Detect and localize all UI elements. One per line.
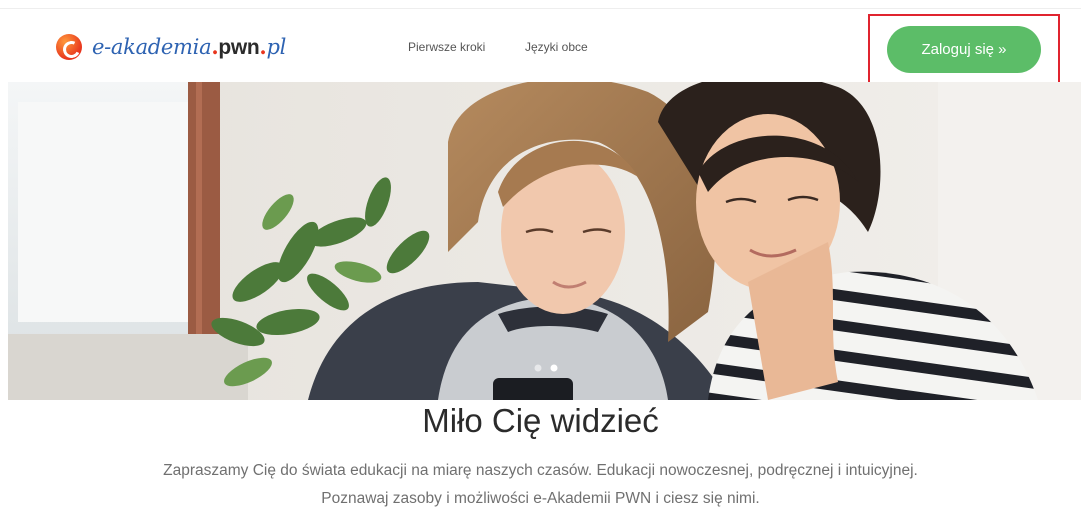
logo-prefix: e-akademia bbox=[92, 35, 212, 59]
site-logo[interactable]: e-akademia.pwn.pl bbox=[56, 32, 286, 62]
login-button[interactable]: Zaloguj się » bbox=[887, 26, 1041, 73]
carousel-dot-icon[interactable] bbox=[550, 364, 558, 372]
intro-text-line: Zapraszamy Cię do świata edukacji na mia… bbox=[163, 462, 918, 479]
hero-image bbox=[8, 82, 1081, 400]
logo-suffix: pl bbox=[266, 35, 286, 59]
intro-text: Zapraszamy Cię do świata edukacji na mia… bbox=[0, 457, 1081, 510]
hero-carousel[interactable] bbox=[8, 82, 1081, 400]
logo-text: e-akademia.pwn.pl bbox=[92, 34, 286, 60]
intro-text-line: Poznawaj zasoby i możliwości e-Akademii … bbox=[321, 490, 760, 507]
nav-link-foreign-languages[interactable]: Języki obce bbox=[525, 40, 588, 54]
carousel-dot-icon[interactable] bbox=[534, 364, 542, 372]
nav-link-first-steps[interactable]: Pierwsze kroki bbox=[408, 40, 485, 54]
e-logo-icon bbox=[56, 34, 82, 60]
logo-brand: pwn bbox=[218, 36, 260, 59]
header-divider bbox=[0, 8, 1081, 9]
page-title: Miło Cię widzieć bbox=[422, 402, 659, 439]
